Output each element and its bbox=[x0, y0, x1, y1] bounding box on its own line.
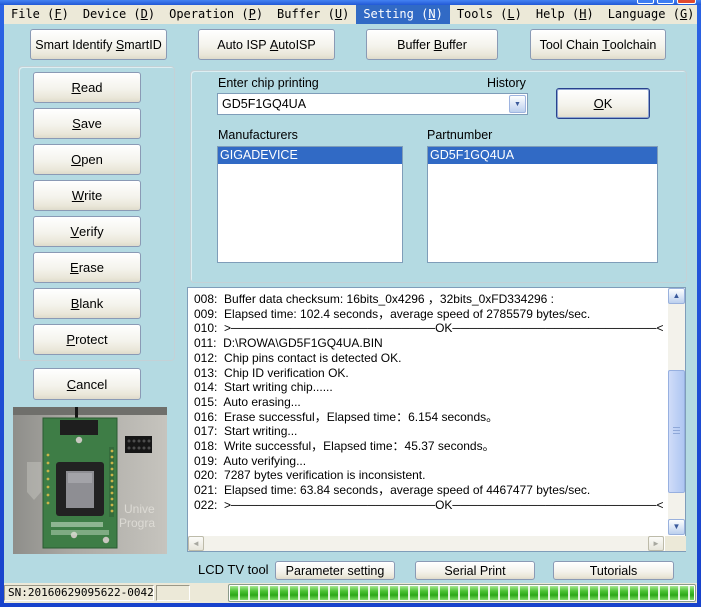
smart-identify-button[interactable]: Smart Identify SmartID bbox=[30, 29, 167, 60]
save-button[interactable]: Save bbox=[33, 108, 141, 139]
log-lines: 008: Buffer data checksum: 16bits_0x4296… bbox=[194, 292, 665, 533]
thumb-grip-icon bbox=[673, 427, 680, 436]
log-line: 008: Buffer data checksum: 16bits_0x4296… bbox=[194, 292, 665, 307]
read-button[interactable]: Read bbox=[33, 72, 141, 103]
device-caption-line1: Unive bbox=[124, 502, 155, 516]
statusbar: SN:20160629095622-004296 bbox=[4, 583, 697, 603]
auto-isp-button[interactable]: Auto ISP AutoISP bbox=[198, 29, 335, 60]
log-line: 017: Start writing... bbox=[194, 424, 665, 439]
erase-button[interactable]: Erase bbox=[33, 252, 141, 283]
menubar: File (F)Device (D)Operation (P)Buffer (U… bbox=[4, 5, 697, 24]
serial-number-text: SN:20160629095622-004296 bbox=[4, 585, 154, 601]
parameter-setting-button[interactable]: Parameter setting bbox=[275, 561, 395, 580]
tutorials-button[interactable]: Tutorials bbox=[553, 561, 674, 580]
log-line: 009: Elapsed time: 102.4 seconds，average… bbox=[194, 307, 665, 322]
scroll-right-button[interactable]: ► bbox=[648, 536, 664, 551]
scroll-down-button[interactable]: ▼ bbox=[668, 519, 685, 535]
chip-printing-value: GD5F1GQ4UA bbox=[222, 97, 306, 111]
minimize-button[interactable] bbox=[637, 0, 654, 4]
log-vertical-scrollbar[interactable]: ▲ ▼ bbox=[668, 288, 685, 535]
log-line: 015: Auto erasing... bbox=[194, 395, 665, 410]
scroll-up-icon: ▲ bbox=[673, 292, 681, 300]
menu-item-operation[interactable]: Operation (P) bbox=[162, 5, 270, 24]
scroll-up-button[interactable]: ▲ bbox=[668, 288, 685, 304]
manufacturers-label: Manufacturers bbox=[218, 128, 298, 142]
vertical-scroll-thumb[interactable] bbox=[668, 370, 685, 493]
log-output[interactable]: 008: Buffer data checksum: 16bits_0x4296… bbox=[187, 287, 686, 552]
verify-button[interactable]: Verify bbox=[33, 216, 141, 247]
log-line: 012: Chip pins contact is detected OK. bbox=[194, 351, 665, 366]
menu-item-buffer[interactable]: Buffer (U) bbox=[270, 5, 356, 24]
enter-chip-printing-label: Enter chip printing bbox=[218, 76, 319, 90]
scrollbar-corner bbox=[665, 536, 686, 551]
tool-chain-button[interactable]: Tool Chain Toolchain bbox=[530, 29, 666, 60]
combo-dropdown-button[interactable]: ▼ bbox=[509, 95, 526, 113]
partnumber-list[interactable]: GD5F1GQ4UA bbox=[427, 146, 658, 263]
scroll-left-button[interactable]: ◄ bbox=[188, 536, 204, 551]
scroll-right-icon: ► bbox=[652, 540, 660, 548]
log-line: 011: D:\ROWA\GD5F1GQ4UA.BIN bbox=[194, 336, 665, 351]
partnumber-label: Partnumber bbox=[427, 128, 492, 142]
menu-item-setting[interactable]: Setting (N) bbox=[356, 5, 450, 24]
log-line: 020: 7287 bytes verification is inconsis… bbox=[194, 468, 665, 483]
log-line: 022: >────────────────────────OK────────… bbox=[194, 498, 665, 513]
cancel-button[interactable]: Cancel bbox=[33, 368, 141, 400]
write-button[interactable]: Write bbox=[33, 180, 141, 211]
log-line: 013: Chip ID verification OK. bbox=[194, 366, 665, 381]
lcd-tv-tool-label: LCD TV tool bbox=[198, 562, 269, 577]
pin-header bbox=[125, 436, 152, 453]
log-line: 010: >────────────────────────OK────────… bbox=[194, 321, 665, 336]
app-window: File (F)Device (D)Operation (P)Buffer (U… bbox=[0, 0, 701, 607]
chevron-down-icon: ▼ bbox=[514, 101, 521, 108]
log-horizontal-scrollbar[interactable]: ◄ ► bbox=[188, 536, 664, 551]
buffer-button[interactable]: Buffer Buffer bbox=[366, 29, 498, 60]
menu-item-file[interactable]: File (F) bbox=[4, 5, 76, 24]
partnumber-item[interactable]: GD5F1GQ4UA bbox=[428, 147, 657, 164]
manufacturer-item[interactable]: GIGADEVICE bbox=[218, 147, 402, 164]
menu-item-device[interactable]: Device (D) bbox=[76, 5, 162, 24]
device-photo-image: Unive Progra bbox=[13, 407, 167, 554]
serial-print-button[interactable]: Serial Print bbox=[415, 561, 535, 580]
progress-bar bbox=[228, 584, 696, 602]
manufacturers-list[interactable]: GIGADEVICE bbox=[217, 146, 403, 263]
menu-item-tools[interactable]: Tools (L) bbox=[450, 5, 529, 24]
device-arrow-mark bbox=[27, 462, 41, 500]
ok-button[interactable]: OK bbox=[556, 88, 650, 119]
progress-fill bbox=[230, 586, 694, 600]
maximize-button[interactable] bbox=[657, 0, 674, 4]
open-button[interactable]: Open bbox=[33, 144, 141, 175]
scroll-left-icon: ◄ bbox=[192, 540, 200, 548]
log-line: 014: Start writing chip...... bbox=[194, 380, 665, 395]
close-button[interactable] bbox=[677, 0, 696, 4]
log-line: 018: Write successful，Elapsed time：45.37… bbox=[194, 439, 665, 454]
menu-item-language[interactable]: Language (G) bbox=[601, 5, 701, 24]
history-label: History bbox=[487, 76, 526, 90]
scroll-down-icon: ▼ bbox=[673, 523, 681, 531]
blank-button[interactable]: Blank bbox=[33, 288, 141, 319]
chip-printing-combobox[interactable]: GD5F1GQ4UA ▼ bbox=[217, 93, 528, 115]
log-line: 016: Erase successful，Elapsed time：6.154… bbox=[194, 410, 665, 425]
statusbar-empty-panel bbox=[156, 585, 190, 601]
log-line: 019: Auto verifying... bbox=[194, 454, 665, 469]
log-line: 021: Elapsed time: 63.84 seconds，average… bbox=[194, 483, 665, 498]
menu-item-help[interactable]: Help (H) bbox=[529, 5, 601, 24]
device-caption-line2: Progra bbox=[119, 516, 155, 530]
protect-button[interactable]: Protect bbox=[33, 324, 141, 355]
